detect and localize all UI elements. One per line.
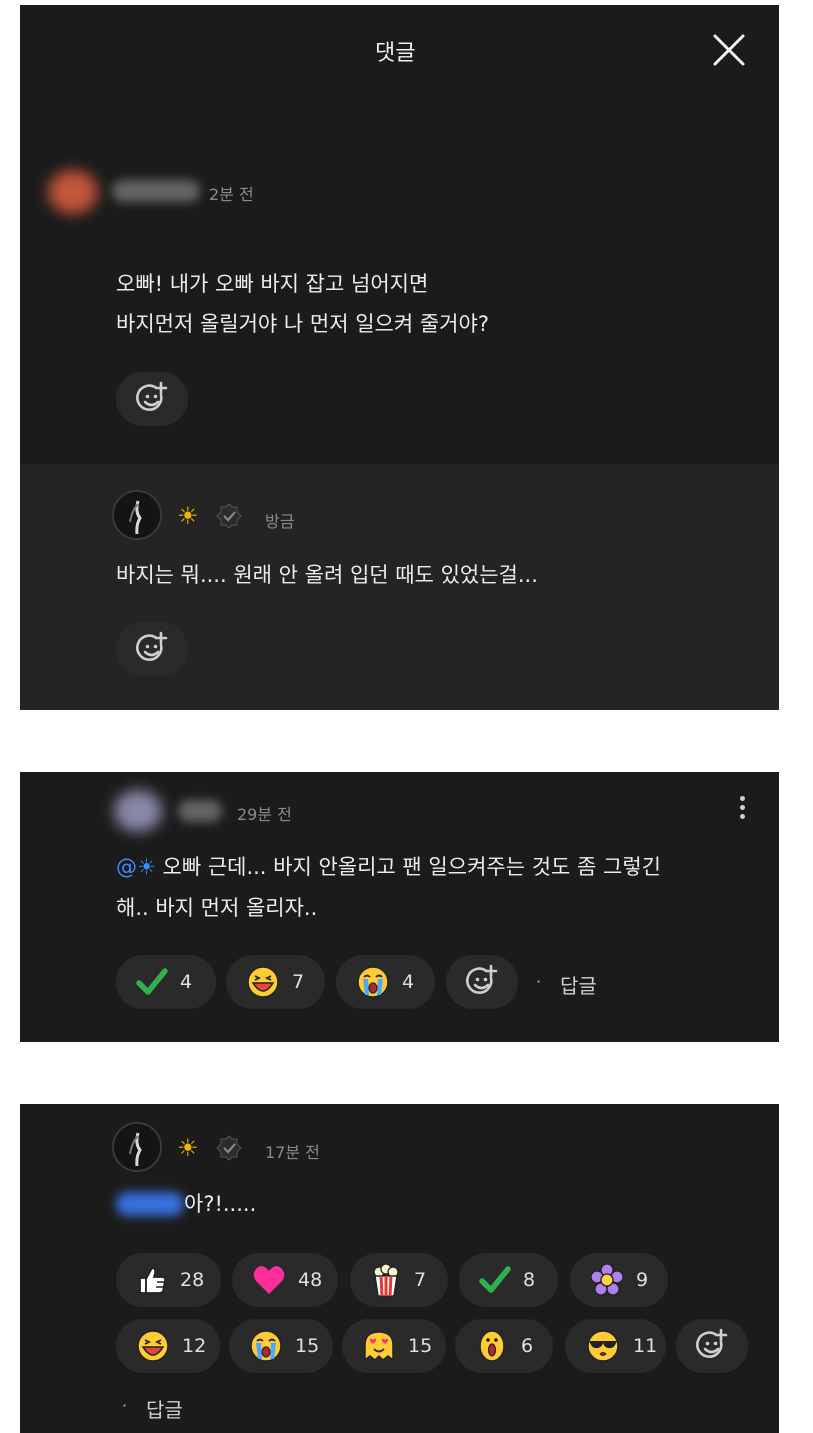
- comment-time: 29분 전: [237, 805, 292, 824]
- add-reaction-button[interactable]: [116, 372, 188, 426]
- comment-time: 2분 전: [209, 185, 254, 204]
- close-icon[interactable]: [712, 33, 746, 67]
- username-blurred[interactable]: [112, 180, 200, 202]
- avatar[interactable]: [114, 790, 162, 832]
- mention-link[interactable]: @☀: [116, 855, 156, 879]
- verified-badge-icon: [216, 503, 242, 533]
- reaction-crying[interactable]: 4: [336, 955, 435, 1009]
- reaction-check[interactable]: 8: [459, 1253, 558, 1307]
- username-blurred[interactable]: [178, 800, 222, 822]
- reaction-count: 4: [180, 971, 193, 993]
- reaction-count: 9: [636, 1269, 649, 1291]
- reaction-laughing[interactable]: 12: [116, 1319, 220, 1373]
- avatar[interactable]: [112, 490, 162, 540]
- comments-sheet: 댓글 2분 전 오빠! 내가 오빠 바지 잡고 넘어지면 바지먼저 올릴거야 나…: [20, 5, 779, 710]
- avatar[interactable]: [48, 170, 98, 214]
- reply-link[interactable]: 답글: [146, 1394, 183, 1423]
- separator-dot: ·: [122, 1396, 128, 1415]
- comment-card: ☀ 17분 전 아?!..... 28 48 7 8 9 12 15 15 6: [20, 1104, 779, 1433]
- reaction-count: 8: [523, 1269, 536, 1291]
- comment-text-line-1: @☀ 오빠 근데... 바지 안올리고 팬 일으켜주는 것도 좀 그렇긴: [116, 847, 661, 887]
- more-options-icon[interactable]: [736, 790, 749, 825]
- thumbs-up-icon: [139, 1267, 167, 1294]
- reaction-crying[interactable]: 15: [229, 1319, 333, 1373]
- reaction-count: 12: [182, 1335, 207, 1357]
- laughing-face-icon: [247, 966, 279, 998]
- reply-thread: ☀ 방금 바지는 뭐.... 원래 안 올려 입던 때도 있었는걸...: [20, 464, 779, 710]
- heart-icon: [253, 1266, 285, 1294]
- add-emoji-icon: [696, 1328, 728, 1358]
- reaction-count: 11: [633, 1335, 658, 1357]
- avatar[interactable]: [112, 1122, 162, 1172]
- sun-emoji-icon: ☀: [177, 502, 199, 530]
- reaction-count: 6: [521, 1335, 534, 1357]
- heart-eyes-ghost-icon: [364, 1331, 394, 1362]
- surprised-face-icon: [479, 1330, 505, 1362]
- reaction-thumbs-up[interactable]: 28: [116, 1253, 221, 1307]
- reply-link[interactable]: 답글: [560, 970, 597, 999]
- add-reaction-button[interactable]: [116, 622, 188, 676]
- comment-text: 오빠 근데... 바지 안올리고 팬 일으켜주는 것도 좀 그렇긴: [155, 855, 661, 879]
- comment-time: 17분 전: [265, 1143, 320, 1162]
- add-reaction-button[interactable]: [676, 1319, 748, 1373]
- add-reaction-button[interactable]: [446, 955, 518, 1009]
- reaction-count: 15: [295, 1335, 320, 1357]
- reaction-count: 7: [292, 971, 305, 993]
- sunglasses-face-icon: [587, 1330, 619, 1362]
- comment-text: 아?!.....: [184, 1192, 257, 1216]
- reaction-count: 4: [402, 971, 415, 993]
- reaction-count: 7: [414, 1269, 427, 1291]
- add-emoji-icon: [136, 381, 168, 411]
- laughing-face-icon: [137, 1330, 169, 1362]
- add-emoji-icon: [466, 964, 498, 994]
- reaction-laughing[interactable]: 7: [226, 955, 325, 1009]
- mention-blurred[interactable]: [116, 1192, 184, 1216]
- comment-text-line-1: 오빠! 내가 오빠 바지 잡고 넘어지면: [116, 272, 429, 296]
- reply-time: 방금: [265, 512, 295, 531]
- reply-text: 바지는 뭐.... 원래 안 올려 입던 때도 있었는걸...: [116, 563, 538, 587]
- reaction-count: 48: [298, 1269, 323, 1291]
- reaction-heart[interactable]: 48: [232, 1253, 338, 1307]
- check-icon: [479, 1266, 511, 1293]
- separator-dot: ·: [536, 972, 542, 991]
- add-emoji-icon: [136, 631, 168, 661]
- verified-badge-icon: [216, 1135, 242, 1165]
- comment-card: 29분 전 @☀ 오빠 근데... 바지 안올리고 팬 일으켜주는 것도 좀 그…: [20, 772, 779, 1042]
- reaction-popcorn[interactable]: 7: [350, 1253, 448, 1307]
- flower-icon: [590, 1263, 624, 1296]
- crying-face-icon: [250, 1330, 282, 1362]
- reaction-sunglasses[interactable]: 11: [565, 1319, 666, 1373]
- comment-text-line-2: 해.. 바지 먼저 올리자..: [116, 896, 318, 920]
- comment-text-line-2: 바지먼저 올릴거야 나 먼저 일으켜 줄거야?: [116, 312, 489, 336]
- popcorn-icon: [373, 1263, 399, 1297]
- sheet-title: 댓글: [375, 41, 416, 66]
- reaction-check[interactable]: 4: [116, 955, 216, 1009]
- reaction-surprised[interactable]: 6: [455, 1319, 553, 1373]
- reaction-count: 28: [180, 1269, 205, 1291]
- avatar-photo-icon: [114, 492, 160, 538]
- reaction-flower[interactable]: 9: [570, 1253, 668, 1307]
- sun-emoji-icon: ☀: [177, 1134, 199, 1162]
- crying-face-icon: [357, 966, 389, 998]
- check-icon: [136, 968, 168, 995]
- reaction-heart-eyes-ghost[interactable]: 15: [342, 1319, 446, 1373]
- reaction-count: 15: [408, 1335, 433, 1357]
- avatar-photo-icon: [114, 1124, 160, 1170]
